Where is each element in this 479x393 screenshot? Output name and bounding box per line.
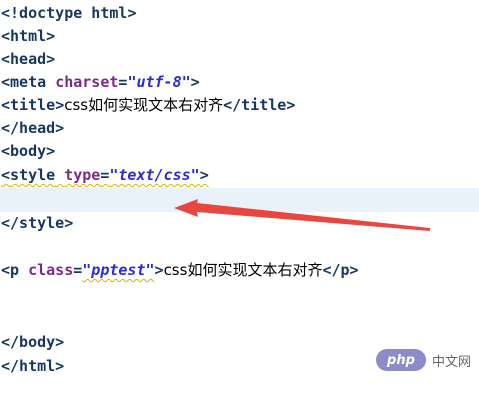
code-editor[interactable]: <!doctype html> <html> <head> <meta char… [0, 0, 479, 393]
arrow-shape [174, 199, 430, 231]
red-arrow-annotation [174, 199, 430, 231]
php-logo: php [375, 349, 426, 371]
site-watermark: php 中文网 [375, 349, 471, 371]
watermark-site-text: 中文网 [431, 354, 471, 370]
